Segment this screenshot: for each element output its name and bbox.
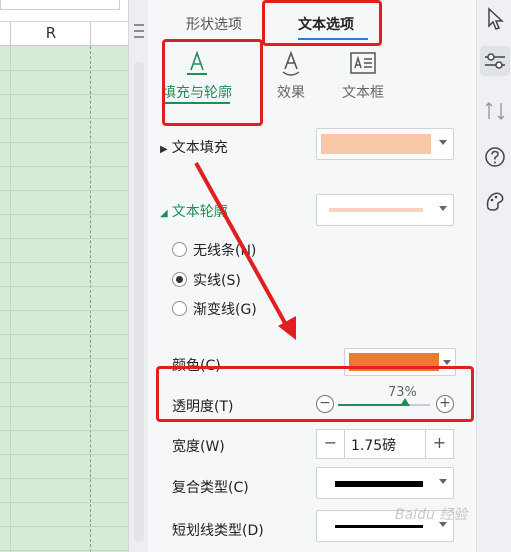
radio-circle[interactable] [172, 242, 187, 257]
grid-line [0, 214, 128, 215]
section-text-fill-label: 文本填充 [171, 140, 228, 156]
subtab-textbox-label: 文本框 [342, 85, 384, 101]
help-icon[interactable] [482, 144, 508, 170]
column-letter: R [45, 24, 57, 42]
compound-type-dropdown[interactable] [316, 467, 454, 499]
outline-width-value[interactable]: 1.75磅 [351, 435, 396, 455]
chevron-down-icon [439, 206, 447, 211]
text-outline-dropdown[interactable] [316, 194, 454, 226]
annotation-box-tab [262, 0, 382, 46]
watermark: Baidu 经验 [395, 507, 468, 523]
width-increase-button[interactable]: + [425, 430, 453, 458]
radio-solid-line[interactable]: 实线(S) [172, 270, 241, 290]
grid-line [0, 454, 128, 455]
section-text-outline[interactable]: ◢ 文本轮廓 [160, 201, 228, 221]
subtab-textbox[interactable]: 文本框 [328, 48, 398, 102]
radio-circle[interactable] [172, 301, 187, 316]
expand-triangle-icon: ▶ [160, 144, 168, 155]
cursor-icon[interactable] [482, 6, 508, 32]
grid-line [0, 526, 128, 527]
outline-width-stepper[interactable]: − 1.75磅 + [316, 429, 454, 459]
compound-preview [335, 481, 423, 487]
pane-splitter[interactable] [128, 0, 148, 552]
compound-type-label: 复合类型(C) [172, 480, 249, 496]
grid-line [0, 190, 128, 191]
grid-line [0, 334, 128, 335]
grid-line [0, 166, 128, 167]
radio-no-line[interactable]: 无线条(N) [172, 240, 256, 260]
section-text-outline-label: 文本轮廓 [171, 204, 228, 220]
annotation-box-transparency [156, 366, 474, 422]
fill-color-swatch [321, 134, 431, 154]
radio-gradient-line-label: 渐变线(G) [193, 302, 257, 318]
spreadsheet-area[interactable]: R [0, 0, 128, 552]
outline-preview-swatch [329, 208, 423, 212]
grid-line [0, 262, 128, 263]
dash-preview [335, 525, 423, 528]
move-icon[interactable] [482, 98, 508, 124]
grid-line [0, 382, 128, 383]
chevron-down-icon [443, 360, 451, 365]
width-decrease-button[interactable]: − [317, 430, 345, 458]
grid-line [0, 550, 128, 551]
grid-line [0, 430, 128, 431]
style-icon[interactable] [482, 188, 508, 214]
formula-bar[interactable] [0, 0, 128, 22]
subtab-effects-label: 效果 [277, 85, 305, 101]
right-toolbar [476, 0, 511, 552]
radio-gradient-line[interactable]: 渐变线(G) [172, 299, 257, 319]
grid-line [0, 502, 128, 503]
grid-line [0, 286, 128, 287]
tab-shape-options[interactable]: 形状选项 [186, 14, 242, 34]
grid-line [0, 478, 128, 479]
panel-scrollbar[interactable] [134, 62, 144, 542]
radio-circle-selected[interactable] [172, 272, 187, 287]
chevron-down-icon [439, 479, 447, 484]
text-fill-color-dropdown[interactable] [316, 128, 454, 160]
grid-line [0, 70, 128, 71]
outline-width-label: 宽度(W) [172, 439, 225, 455]
section-text-fill[interactable]: ▶ 文本填充 [160, 137, 228, 157]
grid-line [0, 358, 128, 359]
chevron-down-icon [439, 140, 447, 145]
grid-line [0, 94, 128, 95]
annotation-box-subtab [162, 39, 263, 126]
grid-line [0, 406, 128, 407]
properties-icon[interactable] [480, 46, 510, 76]
subtab-effects[interactable]: 效果 [256, 48, 326, 102]
dash-type-label: 短划线类型(D) [172, 523, 264, 539]
textbox-icon [350, 52, 376, 74]
grid-line [0, 142, 128, 143]
radio-solid-line-label: 实线(S) [193, 273, 241, 289]
grid-line [0, 238, 128, 239]
column-header[interactable]: R [0, 22, 128, 46]
text-effect-icon [282, 50, 300, 76]
grid-line [0, 118, 128, 119]
radio-no-line-label: 无线条(N) [193, 243, 257, 259]
grid-line [0, 310, 128, 311]
collapse-triangle-icon: ◢ [160, 208, 168, 219]
